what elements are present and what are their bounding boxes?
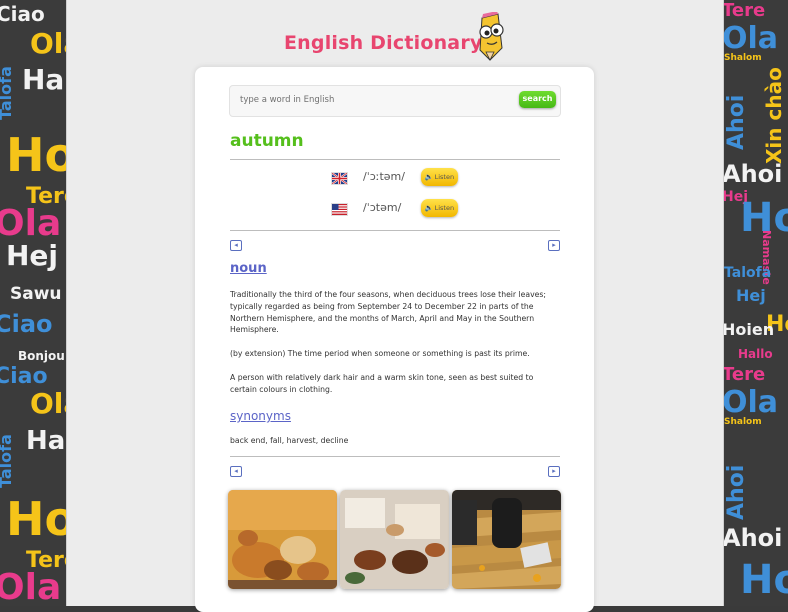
- wallpaper-word: Shalom: [724, 417, 762, 427]
- wallpaper-word: Talofa: [0, 434, 15, 488]
- wallpaper-word: Ahoi: [722, 524, 783, 552]
- wallpaper-word: Ho: [740, 557, 788, 603]
- prev-arrow-icon[interactable]: ◂: [230, 240, 242, 251]
- wallpaper-word: Tere: [722, 364, 766, 385]
- wallpaper-word: Ahoi: [724, 464, 749, 520]
- synonyms-list: back end, fall, harvest, decline: [230, 436, 349, 445]
- divider: [230, 159, 560, 160]
- listen-label: Listen: [434, 173, 455, 181]
- speaker-icon: 🔈: [424, 173, 434, 181]
- part-of-speech[interactable]: noun: [230, 261, 267, 276]
- definition: A person with relatively dark hair and a…: [230, 373, 534, 394]
- pronunciation-us: /ˈɔtəm/ 🔈Listen: [331, 199, 471, 219]
- app-title: English Dictionary: [284, 32, 483, 54]
- wallpaper-word: Ciao: [0, 310, 53, 338]
- speaker-icon: 🔈: [424, 204, 434, 212]
- ipa-text: /ˈɔːtəm/: [363, 170, 405, 183]
- backpack-bench-photo[interactable]: [452, 490, 561, 589]
- wallpaper-word: Ahoi: [722, 160, 783, 188]
- listen-button[interactable]: 🔈Listen: [421, 168, 458, 186]
- wallpaper-word: Bonjou: [18, 349, 65, 363]
- image-gallery: [228, 490, 564, 590]
- wallpaper-word: Ola: [722, 21, 779, 56]
- wallpaper-word: Talofa: [0, 66, 15, 120]
- search-bar: type a word in English search: [229, 85, 561, 117]
- divider: [230, 230, 560, 231]
- wallpaper-word: Ciao: [0, 2, 45, 26]
- divider: [230, 456, 560, 457]
- wallpaper-word: Ahoi: [724, 94, 749, 150]
- wallpaper-word: Ola: [0, 203, 62, 244]
- synonyms-heading[interactable]: synonyms: [230, 409, 291, 423]
- main-panel: English Dictionary type a word in Englis…: [66, 0, 724, 612]
- wallpaper-word: Ola: [30, 27, 66, 60]
- wallpaper-word: Ola: [30, 387, 66, 420]
- ipa-text: /ˈɔtəm/: [363, 201, 402, 214]
- entry-word: autumn: [230, 131, 304, 151]
- wallpaper-word: Sawu: [10, 284, 62, 304]
- prev-arrow-icon[interactable]: ◂: [230, 466, 242, 477]
- uk-flag-icon: [331, 172, 348, 185]
- mushroom-basket-photo[interactable]: [228, 490, 337, 589]
- next-arrow-icon[interactable]: ▸: [548, 240, 560, 251]
- search-button[interactable]: search: [519, 91, 556, 108]
- wallpaper-right: Tere Ola Shalom Ahoi Xin chào Ahoi Hej H…: [722, 0, 788, 606]
- definition: Traditionally the third of the four seas…: [230, 290, 546, 335]
- pencil-mascot-icon: [479, 12, 504, 61]
- header: English Dictionary: [67, 12, 723, 62]
- wallpaper-word: Hoi: [6, 128, 66, 182]
- wallpaper-word: Shalom: [724, 53, 762, 63]
- listen-button[interactable]: 🔈Listen: [421, 199, 458, 217]
- wallpaper-word: Hallo: [738, 347, 773, 361]
- wallpaper-word: Xin chào: [762, 67, 786, 164]
- pronunciation-uk: /ˈɔːtəm/ 🔈Listen: [331, 168, 471, 188]
- us-flag-icon: [331, 203, 348, 216]
- wallpaper-word: Ciao: [0, 364, 48, 389]
- wallpaper-word: Ola: [0, 567, 62, 606]
- dictionary-card: type a word in English search autumn /ˈɔ…: [195, 67, 594, 612]
- wallpaper-word: Ola: [722, 385, 779, 420]
- next-arrow-icon[interactable]: ▸: [548, 466, 560, 477]
- wallpaper-word: Hallo: [22, 63, 66, 96]
- wallpaper-word: Hej: [736, 286, 766, 305]
- wallpaper-left: Ciao Ola Hallo Talofa Hoi Tere Ola Hej S…: [0, 0, 66, 606]
- listen-label: Listen: [434, 204, 455, 212]
- wallpaper-word: Hej: [6, 239, 59, 272]
- search-input[interactable]: type a word in English: [240, 95, 334, 105]
- wallpaper-word: Tere: [722, 0, 766, 21]
- mushroom-table-photo[interactable]: [340, 490, 449, 589]
- wallpaper-word: Talofa: [724, 265, 772, 281]
- wallpaper-word: Hoien: [722, 320, 775, 339]
- wallpaper-word: Hal: [26, 426, 66, 456]
- definition: (by extension) The time period when some…: [230, 349, 530, 358]
- wallpaper-word: Hoi: [6, 492, 66, 546]
